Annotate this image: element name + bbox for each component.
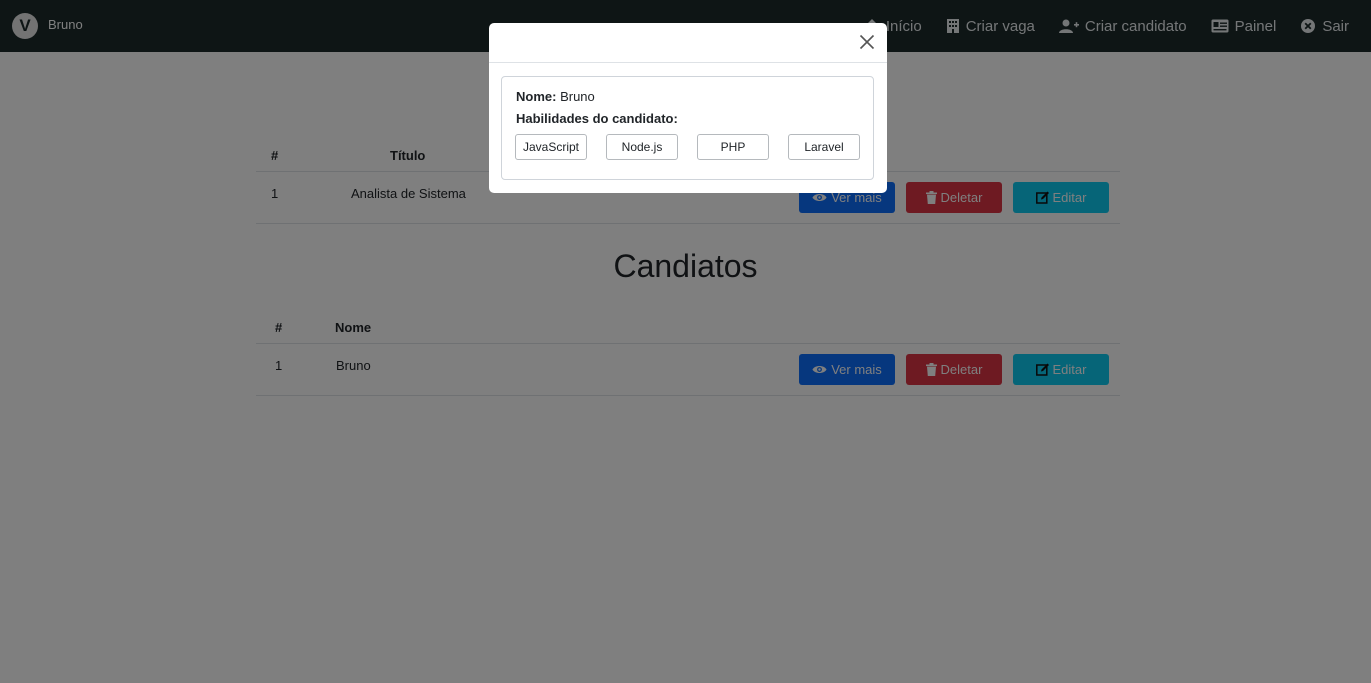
skills-heading: Habilidades do candidato: <box>516 111 678 126</box>
candidate-name-line: Nome: Bruno <box>516 89 595 104</box>
candidate-modal: Nome: Bruno Habilidades do candidato: Ja… <box>489 23 887 193</box>
skill-badge: Laravel <box>788 134 860 160</box>
skill-badge: JavaScript <box>515 134 587 160</box>
name-value: Bruno <box>560 89 595 104</box>
modal-header <box>489 23 887 63</box>
skill-badge: PHP <box>697 134 769 160</box>
close-icon[interactable] <box>859 34 875 50</box>
name-label: Nome: <box>516 89 557 104</box>
modal-body: Nome: Bruno Habilidades do candidato: Ja… <box>501 76 874 180</box>
skills-label: Habilidades do candidato: <box>516 111 678 126</box>
skill-badge: Node.js <box>606 134 678 160</box>
